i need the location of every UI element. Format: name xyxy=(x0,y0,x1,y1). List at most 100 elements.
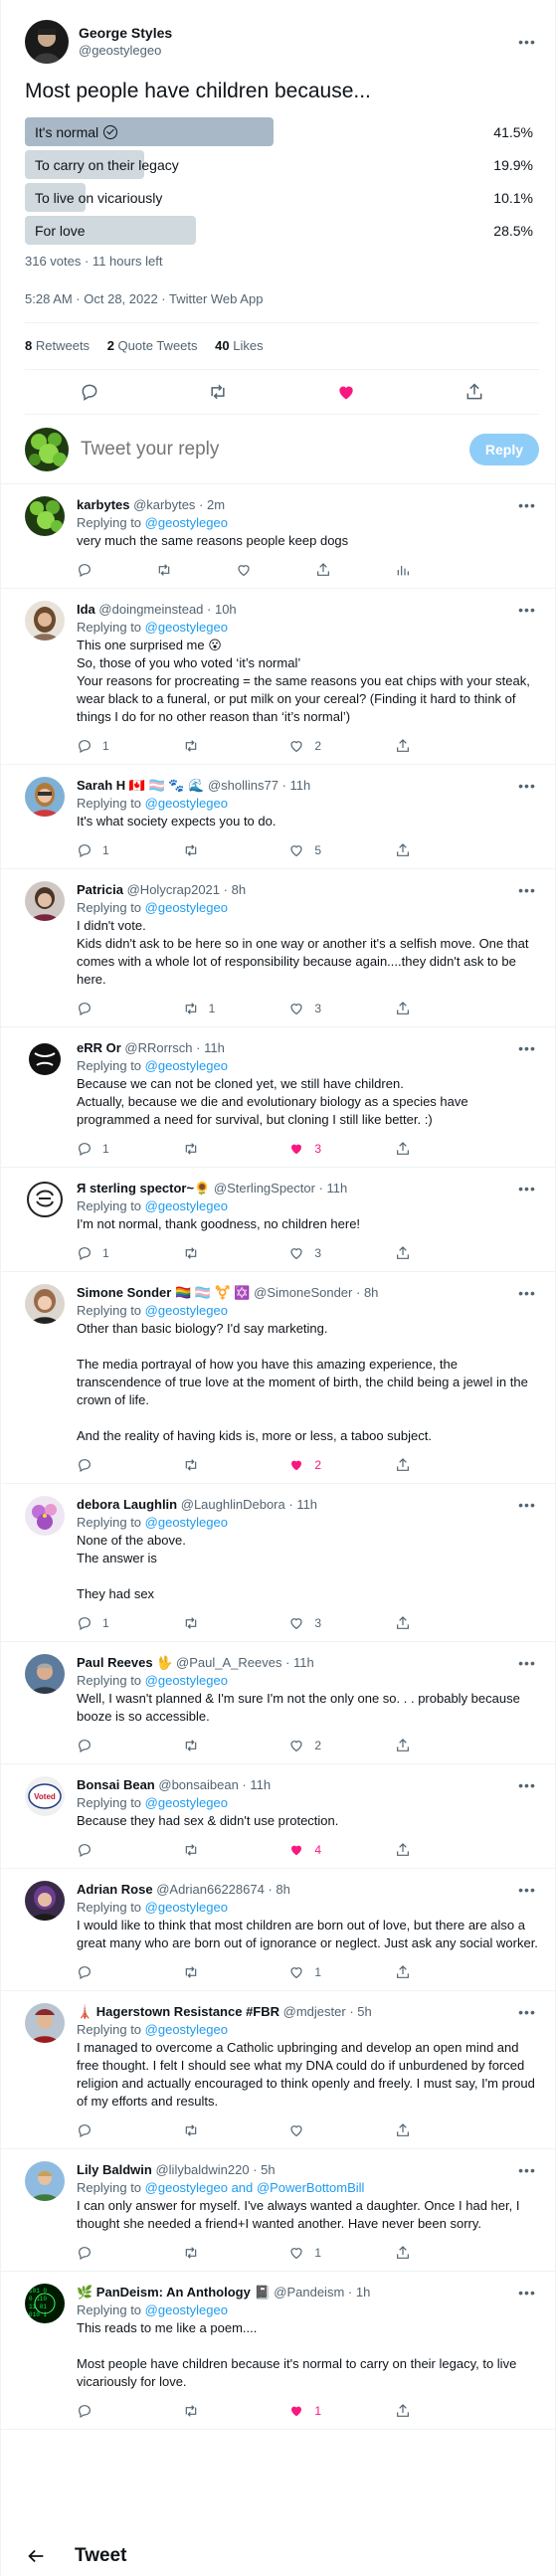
author-name[interactable]: George Styles xyxy=(79,24,515,42)
avatar[interactable] xyxy=(25,881,65,921)
likes-stat[interactable]: 40 Likes xyxy=(215,338,263,353)
reply-tweet[interactable]: eRR Or @RRorrsch · 11h ••• Replying to @ge… xyxy=(1,1027,555,1168)
retweet-action[interactable] xyxy=(183,738,263,754)
reply-author-name[interactable]: karbytes xyxy=(77,497,129,512)
mention-link[interactable]: @geostylegeo xyxy=(145,1795,228,1810)
reply-action[interactable]: 1 xyxy=(77,737,156,755)
retweet-action[interactable] xyxy=(156,562,236,578)
retweet-action[interactable] xyxy=(183,1964,263,1980)
reply-author-name[interactable]: eRR Or xyxy=(77,1040,121,1055)
retweet-action[interactable] xyxy=(183,1738,263,1753)
reply-time[interactable]: 5h xyxy=(357,2004,371,2019)
avatar[interactable] xyxy=(25,1654,65,1694)
reply-tweet[interactable]: Paul Reeves 🖖 @Paul_A_Reeves · 11h ••• Rep… xyxy=(1,1642,555,1764)
reply-time[interactable]: 11h xyxy=(296,1497,317,1512)
reply-author-handle[interactable]: @Paul_A_Reeves xyxy=(176,1655,281,1670)
reply-action[interactable] xyxy=(77,2403,156,2419)
reply-tweet[interactable]: Adrian Rose @Adrian66228674 · 8h ••• Reply… xyxy=(1,1869,555,1991)
mention-link[interactable]: @geostylegeo and @PowerBottomBill xyxy=(145,2180,365,2195)
reply-time[interactable]: 2m xyxy=(207,497,225,512)
reply-time[interactable]: 10h xyxy=(215,602,237,617)
reply-time[interactable]: 11h xyxy=(327,1181,348,1196)
mention-link[interactable]: @geostylegeo xyxy=(145,1303,228,1318)
more-options-icon[interactable]: ••• xyxy=(515,496,539,514)
reply-tweet[interactable]: Я ѕterling ѕpector~🌻 @SterlingSpector · … xyxy=(1,1168,555,1272)
avatar[interactable] xyxy=(25,1284,65,1324)
reply-action[interactable]: 1 xyxy=(77,1614,156,1632)
reply-author-name[interactable]: Bonsai Bean xyxy=(77,1777,155,1792)
reply-author-handle[interactable]: @RRorrsch xyxy=(124,1040,192,1055)
share-action[interactable] xyxy=(395,2122,474,2138)
like-action[interactable] xyxy=(236,562,315,578)
more-options-icon[interactable]: ••• xyxy=(515,601,539,619)
retweet-action[interactable] xyxy=(183,1245,263,1261)
reply-author-name[interactable]: 🌿 PanDeism: An Anthology 📓 xyxy=(77,2285,271,2300)
more-options-icon[interactable]: ••• xyxy=(515,1776,539,1794)
share-action[interactable] xyxy=(395,1738,474,1753)
retweet-action[interactable] xyxy=(183,1842,263,1858)
share-icon[interactable] xyxy=(464,382,484,402)
quotes-stat[interactable]: 2 Quote Tweets xyxy=(107,338,198,353)
timestamp-link[interactable]: 5:28 AM · Oct 28, 2022 · Twitter Web App xyxy=(25,291,263,306)
reply-author-name[interactable]: debora Laughlin xyxy=(77,1497,177,1512)
reply-time[interactable]: 8h xyxy=(364,1285,378,1300)
more-options-icon[interactable]: ••• xyxy=(515,1654,539,1672)
reply-author-handle[interactable]: @Pandeism xyxy=(274,2285,344,2300)
reply-time[interactable]: 1h xyxy=(356,2285,370,2300)
reply-author-name[interactable]: Paul Reeves 🖖 xyxy=(77,1655,172,1670)
share-action[interactable] xyxy=(395,1001,474,1016)
share-action[interactable] xyxy=(395,1245,474,1261)
reply-author-name[interactable]: Simone Sonder 🏳️‍🌈 🏳️‍⚧️ ⚧️ ✡️ xyxy=(77,1285,251,1300)
reply-author-handle[interactable]: @karbytes xyxy=(133,497,195,512)
reply-tweet[interactable]: Ida @doingmeinstead · 10h ••• Replying to … xyxy=(1,589,555,765)
like-action[interactable]: 3 xyxy=(288,1244,368,1262)
reply-time[interactable]: 5h xyxy=(261,2162,275,2177)
avatar[interactable] xyxy=(25,496,65,536)
reply-author-name[interactable]: Patricia xyxy=(77,882,123,897)
share-action[interactable] xyxy=(395,842,474,858)
reply-action[interactable] xyxy=(77,1738,156,1753)
mention-link[interactable]: @geostylegeo xyxy=(145,1515,228,1530)
retweet-action[interactable] xyxy=(183,2245,263,2261)
reply-action[interactable]: 1 xyxy=(77,841,156,859)
reply-author-handle[interactable]: @Adrian66228674 xyxy=(156,1882,265,1897)
reply-action[interactable] xyxy=(77,1001,156,1016)
mention-link[interactable]: @geostylegeo xyxy=(145,2022,228,2037)
reply-action[interactable] xyxy=(77,1842,156,1858)
avatar[interactable]: 101 00 110 11 01 010 1 xyxy=(25,2284,65,2323)
reply-author-handle[interactable]: @LaughlinDebora xyxy=(181,1497,285,1512)
reply-author-handle[interactable]: @shollins77 xyxy=(208,778,278,793)
back-arrow-icon[interactable] xyxy=(25,2545,47,2567)
retweets-stat[interactable]: 8 Retweets xyxy=(25,338,90,353)
mention-link[interactable]: @geostylegeo xyxy=(145,515,228,530)
avatar[interactable] xyxy=(25,601,65,641)
avatar[interactable] xyxy=(25,2161,65,2201)
avatar[interactable] xyxy=(25,427,69,471)
reply-time[interactable]: 11h xyxy=(293,1655,314,1670)
mention-link[interactable]: @geostylegeo xyxy=(145,796,228,811)
avatar[interactable]: Voted xyxy=(25,1776,65,1816)
avatar[interactable] xyxy=(25,20,69,64)
like-action[interactable]: 3 xyxy=(288,1140,368,1158)
like-action[interactable]: 1 xyxy=(288,2402,368,2420)
like-action[interactable]: 3 xyxy=(288,1000,368,1017)
reply-tweet[interactable]: karbytes @karbytes · 2m ••• Replying to @g… xyxy=(1,484,555,589)
reply-author-handle[interactable]: @lilybaldwin220 xyxy=(155,2162,249,2177)
like-action[interactable]: 2 xyxy=(288,737,368,755)
share-action[interactable] xyxy=(395,1141,474,1157)
reply-action[interactable] xyxy=(77,2122,156,2138)
reply-submit-button[interactable]: Reply xyxy=(468,433,539,465)
reply-tweet[interactable]: Patricia @Holycrap2021 · 8h ••• Replying t… xyxy=(1,869,555,1027)
more-options-icon[interactable]: ••• xyxy=(515,1496,539,1514)
reply-tweet[interactable]: Sarah H 🇨🇦 🏳️‍⚧️ 🐾 🌊 @shollins77 · 11h ••… xyxy=(1,765,555,869)
reply-tweet[interactable]: Lily Baldwin @lilybaldwin220 · 5h ••• Repl… xyxy=(1,2149,555,2272)
like-icon[interactable] xyxy=(336,382,356,402)
share-action[interactable] xyxy=(395,1457,474,1473)
reply-author-name[interactable]: Lily Baldwin xyxy=(77,2162,152,2177)
like-action[interactable]: 3 xyxy=(288,1614,368,1632)
reply-tweet[interactable]: Simone Sonder 🏳️‍🌈 🏳️‍⚧️ ⚧️ ✡️ @SimoneSo… xyxy=(1,1272,555,1484)
share-action[interactable] xyxy=(395,2245,474,2261)
share-action[interactable] xyxy=(395,738,474,754)
like-action[interactable]: 1 xyxy=(288,1963,368,1981)
avatar[interactable] xyxy=(25,1496,65,1536)
